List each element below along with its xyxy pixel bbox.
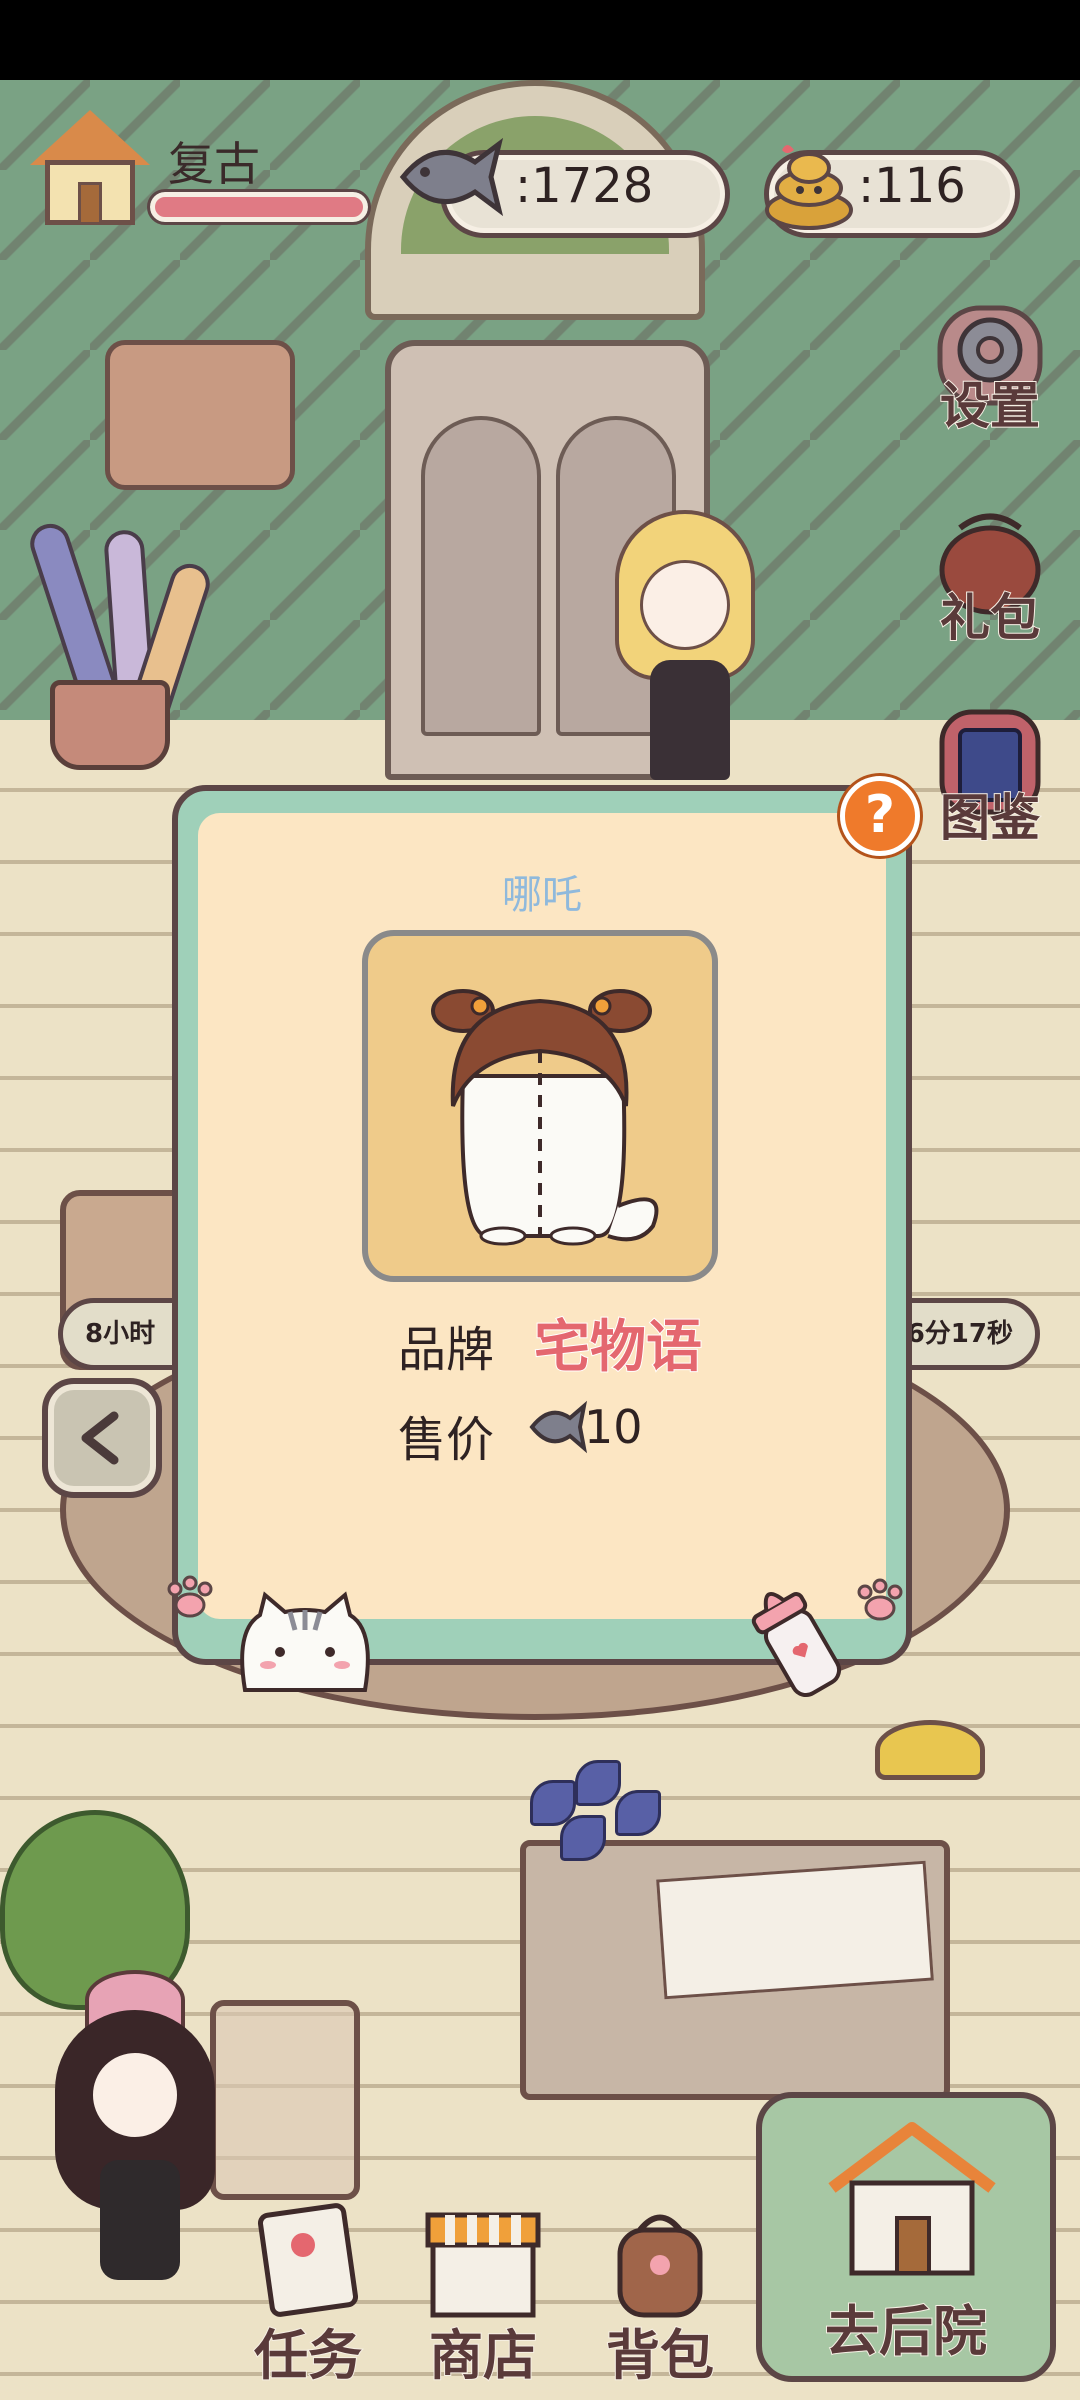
fabric-roll-basket: [15, 518, 215, 780]
gift-pack-label: 礼包: [939, 588, 1041, 648]
bunny-ear-girl-character[interactable]: [55, 1970, 225, 2320]
status-bar: [0, 0, 1080, 80]
back-button[interactable]: [42, 1378, 162, 1498]
handbook-button[interactable]: 图鉴: [920, 700, 1060, 850]
brand-label: 品牌: [398, 1322, 495, 1378]
task-list-icon: [257, 2203, 359, 2317]
item-name: 哪吒: [502, 872, 582, 918]
bag-label: 背包: [605, 2323, 715, 2388]
shop-awning-icon: [425, 2212, 541, 2318]
player-name-bar: [147, 189, 371, 225]
backyard-label: 去后院: [824, 2299, 988, 2364]
help-button[interactable]: ?: [840, 776, 920, 856]
cat-doll-portrait: [431, 989, 659, 1246]
sketch-paper: [656, 1860, 934, 2000]
fish-amount: :1728: [515, 158, 654, 214]
settings-button[interactable]: 设置: [920, 288, 1060, 438]
paw-print-icon: [167, 1575, 213, 1618]
wooden-chair: [210, 2000, 360, 2200]
price-label: 售价: [398, 1412, 495, 1468]
shop-button[interactable]: 商店: [408, 2200, 558, 2390]
gift-pack-button[interactable]: 礼包: [920, 500, 1060, 650]
home-icon[interactable]: [30, 110, 150, 230]
item-portrait-frame: [362, 930, 718, 1282]
desk-lamp: [875, 1720, 985, 1780]
backyard-house-icon: [828, 2122, 996, 2276]
chevron-left-icon: [81, 1411, 119, 1465]
bag-button[interactable]: 背包: [590, 2200, 730, 2390]
handbook-label: 图鉴: [939, 788, 1041, 848]
price-value: 10: [584, 1400, 643, 1454]
task-label: 任务: [253, 2323, 363, 2388]
thread-shelf: [105, 340, 295, 490]
paw-print-icon: [857, 1578, 903, 1621]
tailor-girl-character[interactable]: [610, 510, 760, 780]
player-name: 复古: [168, 137, 260, 191]
poop-icon: [765, 145, 853, 230]
fish-icon: [399, 137, 504, 217]
backyard-button[interactable]: 去后院: [756, 2092, 1056, 2382]
flower-vase: [520, 1760, 670, 1930]
task-button[interactable]: 任务: [238, 2200, 378, 2390]
backpack-icon: [617, 2214, 703, 2318]
settings-label: 设置: [939, 376, 1041, 436]
poop-amount: :116: [858, 158, 966, 214]
brand-value: 宅物语: [533, 1314, 703, 1381]
baby-bottle-icon: [751, 1592, 842, 1698]
cat-mascot-icon: [240, 1591, 370, 1692]
fish-price-icon: [529, 1400, 588, 1454]
shop-label: 商店: [428, 2323, 538, 2388]
